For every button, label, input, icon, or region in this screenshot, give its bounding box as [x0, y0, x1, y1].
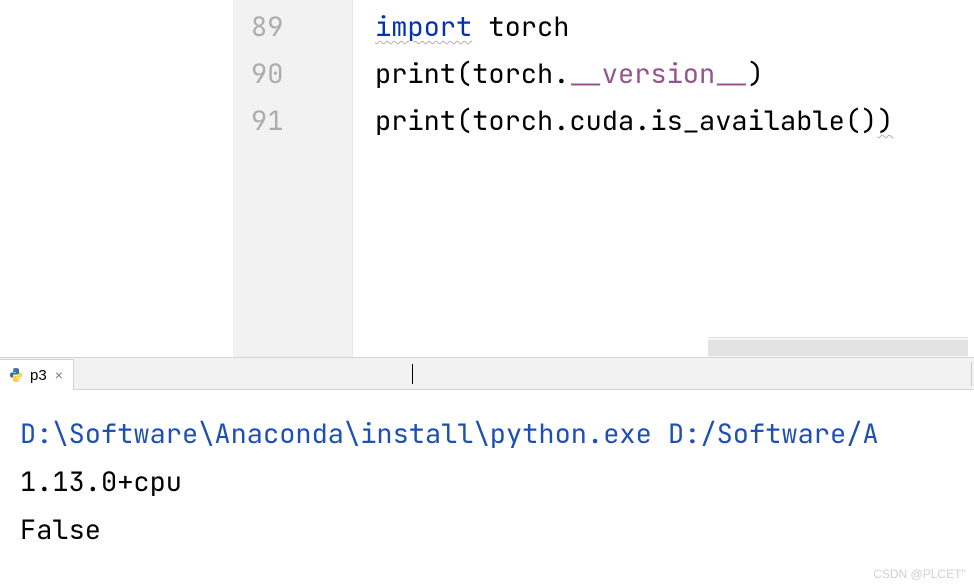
python-icon [8, 367, 24, 383]
horizontal-scrollbar[interactable] [708, 337, 968, 357]
console-output[interactable]: D:\Software\Anaconda\install\python.exe … [0, 390, 974, 554]
code-line[interactable]: print(torch.cuda.is_available()) [375, 98, 974, 145]
editor-left-margin [0, 0, 233, 357]
console-output-line: False [20, 506, 974, 554]
watermark: CSDN @PLCET'' [873, 567, 966, 581]
console-output-line: 1.13.0+cpu [20, 458, 974, 506]
line-number: 89 [233, 4, 352, 51]
line-number: 90 [233, 51, 352, 98]
toolbar-divider [971, 362, 972, 386]
run-tab-bar: p3 × [0, 358, 974, 390]
line-number-gutter: 899091 [233, 0, 353, 357]
code-content[interactable]: import torchprint(torch.__version__)prin… [353, 0, 974, 357]
run-tab[interactable]: p3 × [0, 359, 74, 390]
code-editor[interactable]: 899091 import torchprint(torch.__version… [0, 0, 974, 357]
line-number: 91 [233, 98, 352, 145]
console-command-line: D:\Software\Anaconda\install\python.exe … [20, 410, 974, 458]
code-line[interactable]: print(torch.__version__) [375, 51, 974, 98]
scrollbar-thumb[interactable] [708, 340, 968, 356]
close-icon[interactable]: × [55, 367, 63, 383]
tab-label: p3 [30, 367, 47, 384]
text-cursor [412, 364, 413, 384]
code-line[interactable]: import torch [375, 4, 974, 51]
